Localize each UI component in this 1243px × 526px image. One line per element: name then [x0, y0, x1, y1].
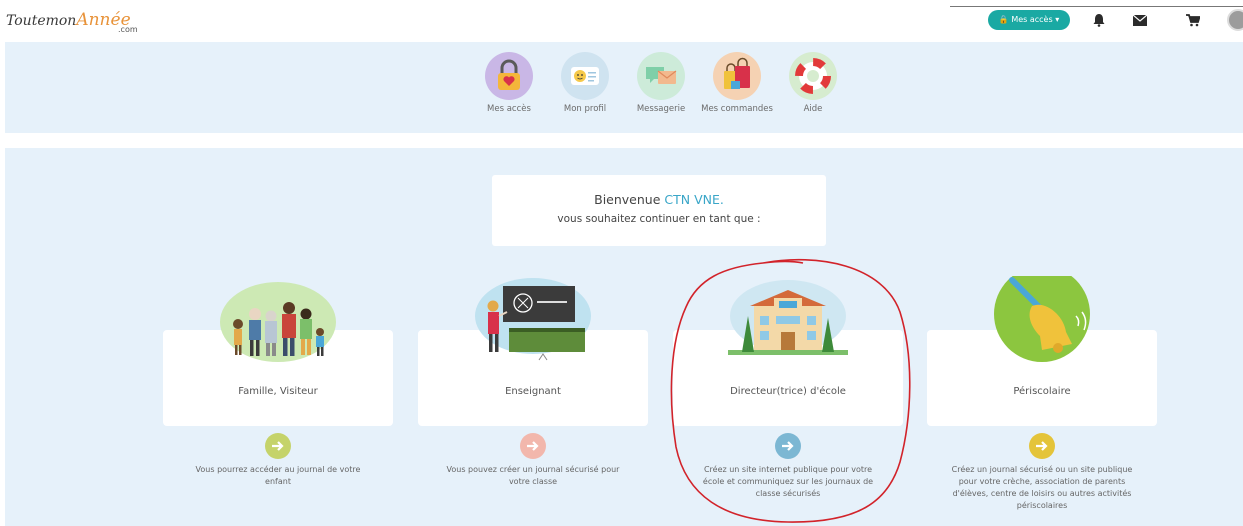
account-nav: Mes accès Mon profil Messagerie Mes comm… — [5, 42, 1243, 133]
top-divider — [950, 6, 1243, 7]
role-title: Périscolaire — [1013, 386, 1071, 397]
nav-item-mes-commandes[interactable]: Mes commandes — [697, 52, 777, 114]
caret-down-icon: ▾ — [1055, 15, 1060, 24]
mes-acces-button[interactable]: 🔒 Mes accès ▾ — [988, 10, 1070, 30]
teacher-illustration — [473, 276, 593, 364]
role-card[interactable]: Famille, Visiteur — [163, 282, 393, 426]
nav-label: Messagerie — [636, 104, 686, 114]
logo-text-main: Toutemon — [6, 13, 77, 29]
bell-illustration — [982, 266, 1102, 364]
padlock-heart-icon — [485, 52, 533, 100]
role-card[interactable]: Directeur(trice) d'école — [673, 280, 903, 426]
role-enseignant[interactable]: Enseignant Vous pouvez créer un journal … — [418, 278, 648, 488]
welcome-box: Bienvenue CTN VNE. vous souhaitez contin… — [492, 175, 826, 246]
arrow-right-icon — [527, 441, 539, 451]
logo-domain: .com — [118, 25, 138, 34]
envelope-icon[interactable] — [1131, 11, 1149, 29]
lock-icon: 🔒 — [998, 15, 1009, 24]
role-description: Créez un site internet publique pour vot… — [702, 465, 874, 498]
cart-icon[interactable] — [1184, 11, 1202, 29]
welcome-prompt: vous souhaitez continuer en tant que : — [557, 213, 761, 225]
arrow-right-button[interactable] — [520, 433, 546, 459]
role-title: Famille, Visiteur — [238, 386, 318, 397]
mes-acces-label: Mes accès — [1011, 15, 1053, 24]
arrow-right-button[interactable] — [775, 433, 801, 459]
family-illustration — [218, 276, 338, 364]
nav-item-mes-acces[interactable]: Mes accès — [469, 52, 549, 114]
arrow-right-icon — [272, 441, 284, 451]
lifebuoy-icon — [789, 52, 837, 100]
bell-icon[interactable] — [1090, 11, 1108, 29]
nav-item-mon-profil[interactable]: Mon profil — [545, 52, 625, 114]
messages-icon — [637, 52, 685, 100]
arrow-right-button[interactable] — [1029, 433, 1055, 459]
nav-label: Mon profil — [563, 104, 607, 114]
nav-label: Aide — [803, 104, 823, 114]
role-description: Créez un journal sécurisé ou un site pub… — [951, 465, 1133, 510]
nav-item-aide[interactable]: Aide — [773, 52, 853, 114]
greeting-text: Bienvenue — [594, 192, 661, 207]
school-illustration — [728, 276, 848, 364]
arrow-right-button[interactable] — [265, 433, 291, 459]
profile-card-icon — [561, 52, 609, 100]
role-description: Vous pourrez accéder au journal de votre… — [195, 465, 361, 486]
role-card[interactable]: Enseignant — [418, 278, 648, 426]
site-logo[interactable]: ToutemonAnnée .com — [6, 10, 138, 34]
role-title: Directeur(trice) d'école — [730, 386, 846, 397]
role-periscolaire[interactable]: Périscolaire Créez un journal sécurisé o… — [927, 266, 1157, 512]
role-selection: Bienvenue CTN VNE. vous souhaitez contin… — [5, 148, 1243, 526]
role-card[interactable]: Périscolaire — [927, 266, 1157, 426]
nav-label: Mes commandes — [701, 104, 773, 114]
nav-item-messagerie[interactable]: Messagerie — [621, 52, 701, 114]
role-famille[interactable]: Famille, Visiteur Vous pourrez accéder a… — [163, 282, 393, 488]
welcome-greeting: Bienvenue CTN VNE. — [492, 192, 826, 207]
role-title: Enseignant — [505, 386, 561, 397]
user-name: CTN VNE. — [664, 192, 724, 207]
arrow-right-icon — [1036, 441, 1048, 451]
arrow-right-icon — [782, 441, 794, 451]
nav-label: Mes accès — [487, 104, 531, 114]
shopping-bags-icon — [713, 52, 761, 100]
role-directeur[interactable]: Directeur(trice) d'école Créez un site i… — [673, 280, 903, 500]
top-bar: ToutemonAnnée .com 🔒 Mes accès ▾ — [0, 0, 1243, 42]
avatar[interactable] — [1227, 9, 1243, 31]
role-description: Vous pouvez créer un journal sécurisé po… — [446, 465, 620, 486]
